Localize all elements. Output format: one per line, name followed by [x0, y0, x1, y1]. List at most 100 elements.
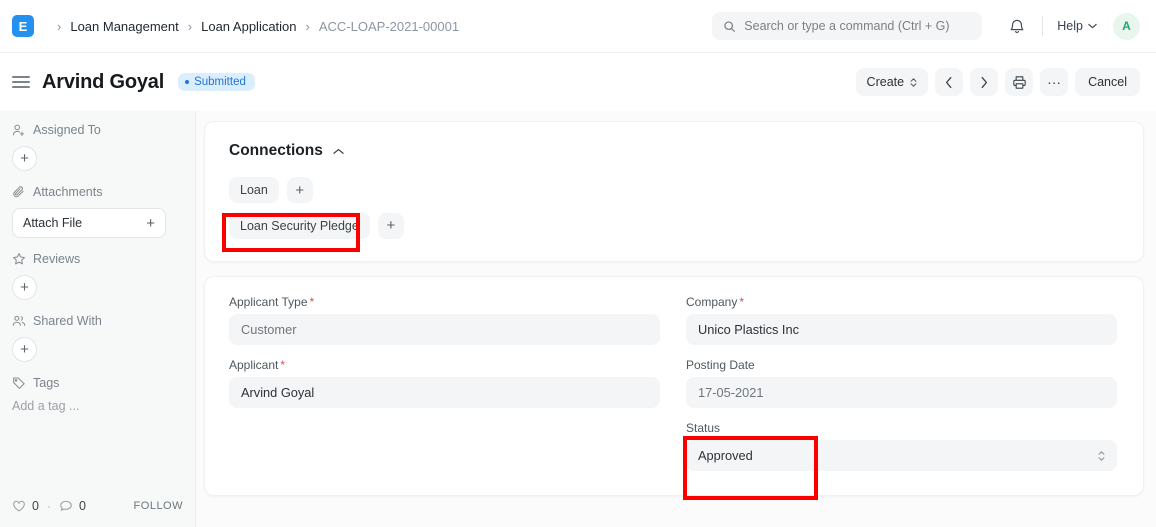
connections-card: Connections Loan + Loan Security Pledge …: [204, 121, 1144, 262]
app-root: E › Loan Management › Loan Application ›…: [0, 0, 1156, 527]
status-dot-icon: [185, 80, 189, 84]
chevron-right-icon: [980, 76, 988, 89]
avatar-letter: A: [1122, 19, 1131, 33]
field-applicant: Applicant* Arvind Goyal: [229, 358, 660, 408]
sidebar-section-header: Assigned To: [12, 123, 181, 137]
field-value: Approved: [698, 448, 753, 463]
cancel-button-label: Cancel: [1088, 75, 1127, 89]
heart-icon[interactable]: [12, 499, 26, 513]
search-input[interactable]: Search or type a command (Ctrl + G): [712, 12, 982, 40]
sidebar-section-assigned-to: Assigned To +: [12, 123, 181, 171]
status-badge-label: Submitted: [194, 76, 246, 88]
sidebar-section-reviews: Reviews +: [12, 252, 181, 300]
attach-file-label: Attach File: [23, 216, 82, 230]
breadcrumb-item-document-id: ACC-LOAP-2021-00001: [319, 19, 459, 34]
field-label-text: Posting Date: [686, 358, 755, 372]
app-logo-letter: E: [19, 20, 28, 33]
add-share-button[interactable]: +: [12, 337, 37, 362]
sidebar-section-shared-with: Shared With +: [12, 314, 181, 362]
chevron-up-icon[interactable]: [333, 148, 344, 155]
main-content: Connections Loan + Loan Security Pledge …: [196, 111, 1156, 527]
sidebar-section-header: Tags: [12, 376, 181, 390]
sidebar-label-assigned-to: Assigned To: [33, 123, 101, 137]
status-select[interactable]: Approved: [686, 440, 1117, 471]
field-value: Unico Plastics Inc: [698, 322, 799, 337]
sidebar-footer: 0 · 0 FOLLOW: [12, 499, 183, 513]
page-title: Arvind Goyal: [42, 71, 164, 94]
navbar-divider: [1042, 16, 1043, 36]
cancel-button[interactable]: Cancel: [1075, 68, 1140, 96]
ellipsis-icon: ···: [1047, 78, 1061, 86]
field-applicant-type: Applicant Type* Customer: [229, 295, 660, 345]
field-label: Posting Date: [686, 358, 1117, 372]
comment-count: 0: [79, 499, 86, 513]
sidebar-toggle-icon[interactable]: [12, 76, 30, 88]
posting-date-input[interactable]: 17-05-2021: [686, 377, 1117, 408]
search-placeholder-text: Search or type a command (Ctrl + G): [744, 19, 949, 33]
create-button-label: Create: [867, 75, 905, 89]
attach-file-button[interactable]: Attach File +: [12, 208, 166, 238]
notifications-bell-icon[interactable]: [1006, 15, 1028, 37]
avatar[interactable]: A: [1113, 13, 1140, 40]
sidebar-section-header: Shared With: [12, 314, 181, 328]
sidebar-label-tags: Tags: [33, 376, 59, 390]
status-badge: Submitted: [178, 73, 255, 91]
field-label: Status: [686, 421, 1117, 435]
field-label-text: Applicant: [229, 358, 278, 372]
select-arrows-icon: [1098, 451, 1105, 461]
applicant-type-input[interactable]: Customer: [229, 314, 660, 345]
form-column-right: Company* Unico Plastics Inc Posting Date: [686, 295, 1117, 471]
previous-document-button[interactable]: [935, 68, 963, 96]
printer-icon: [1012, 75, 1027, 90]
sidebar-section-tags: Tags Add a tag ...: [12, 376, 181, 413]
sidebar-section-attachments: Attachments Attach File +: [12, 185, 181, 238]
add-assignment-button[interactable]: +: [12, 146, 37, 171]
footer-separator: ·: [47, 499, 51, 513]
connection-chip-loan-security-pledge[interactable]: Loan Security Pledge: [229, 212, 370, 239]
field-label: Applicant Type*: [229, 295, 660, 309]
create-button[interactable]: Create: [856, 68, 929, 96]
breadcrumb-item-loan-application[interactable]: Loan Application: [201, 19, 296, 34]
page-header: Arvind Goyal Submitted Create: [0, 53, 1156, 111]
field-label-text: Company: [686, 295, 737, 309]
follow-button[interactable]: FOLLOW: [134, 500, 183, 512]
connections-row-loan: Loan +: [229, 177, 1121, 203]
sidebar-label-attachments: Attachments: [33, 185, 102, 199]
add-review-button[interactable]: +: [12, 275, 37, 300]
add-loan-security-pledge-button[interactable]: +: [378, 213, 404, 239]
page-body: Assigned To + Attachments Attach File +: [0, 111, 1156, 527]
applicant-input[interactable]: Arvind Goyal: [229, 377, 660, 408]
chevron-down-icon: [1088, 23, 1097, 29]
breadcrumb-separator-icon: ›: [306, 19, 310, 34]
required-marker: *: [280, 358, 285, 372]
field-label: Applicant*: [229, 358, 660, 372]
add-tag-input[interactable]: Add a tag ...: [12, 399, 181, 413]
app-logo-icon[interactable]: E: [12, 15, 34, 37]
next-document-button[interactable]: [970, 68, 998, 96]
required-marker: *: [739, 295, 744, 309]
connections-header[interactable]: Connections: [229, 142, 1121, 160]
users-icon: [12, 314, 26, 328]
top-navbar: E › Loan Management › Loan Application ›…: [0, 0, 1156, 53]
field-label: Company*: [686, 295, 1117, 309]
document-sidebar: Assigned To + Attachments Attach File +: [0, 111, 196, 527]
company-input[interactable]: Unico Plastics Inc: [686, 314, 1117, 345]
required-marker: *: [310, 295, 315, 309]
sidebar-section-header: Attachments: [12, 185, 181, 199]
connections-title: Connections: [229, 142, 323, 160]
print-button[interactable]: [1005, 68, 1033, 96]
more-actions-button[interactable]: ···: [1040, 68, 1068, 96]
add-loan-button[interactable]: +: [287, 177, 313, 203]
add-tag-placeholder: Add a tag ...: [12, 399, 79, 413]
help-menu[interactable]: Help: [1057, 19, 1097, 33]
field-value: 17-05-2021: [698, 385, 763, 400]
breadcrumb-item-loan-management[interactable]: Loan Management: [70, 19, 178, 34]
navbar-right: Search or type a command (Ctrl + G) Help…: [712, 12, 1140, 40]
sidebar-label-reviews: Reviews: [33, 252, 80, 266]
field-value: Arvind Goyal: [241, 385, 314, 400]
comment-icon[interactable]: [59, 499, 73, 513]
connection-chip-loan[interactable]: Loan: [229, 177, 279, 203]
field-label-text: Applicant Type: [229, 295, 308, 309]
plus-icon: +: [146, 216, 155, 231]
user-plus-icon: [12, 123, 26, 137]
